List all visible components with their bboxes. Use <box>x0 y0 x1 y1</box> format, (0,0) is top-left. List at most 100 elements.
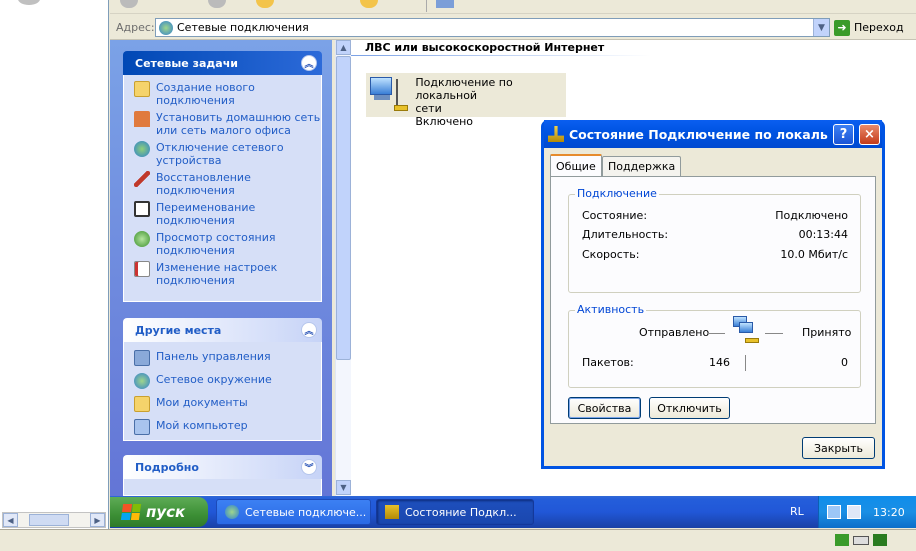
task-home-network[interactable]: Установить домашнюю сеть или сеть малого… <box>134 111 321 137</box>
tab-general[interactable]: Общие <box>550 154 602 176</box>
control-panel-icon <box>134 350 150 366</box>
help-button[interactable]: ? <box>833 123 854 145</box>
address-input[interactable]: Сетевые подключения ▼ <box>155 18 830 37</box>
language-indicator[interactable]: RL <box>790 505 804 518</box>
place-network[interactable]: Сетевое окружение <box>134 373 321 389</box>
address-value: Сетевые подключения <box>177 21 309 34</box>
network-tasks-header[interactable]: Сетевые задачи ︽ <box>123 51 322 75</box>
panel-title: Сетевые задачи <box>135 56 238 70</box>
close-button[interactable]: Закрыть <box>802 437 875 459</box>
taskbar: пуск Сетевые подключе... Состояние Подкл… <box>110 496 916 528</box>
network-tray-icon <box>835 534 849 546</box>
go-button[interactable]: ➜ Переход <box>834 18 914 37</box>
collapse-icon[interactable]: ︽ <box>301 55 317 71</box>
task-label: Установить домашнюю сеть или сеть малого… <box>156 111 321 137</box>
collapse-icon[interactable]: ︾ <box>301 459 317 475</box>
outer-horizontal-scrollbar[interactable]: ◀ ▶ <box>2 512 106 528</box>
windows-flag-icon <box>120 504 142 520</box>
dialog-titlebar[interactable]: Состояние Подключение по локальной... ? … <box>544 120 882 148</box>
task-label: Переименование подключения <box>156 201 256 227</box>
status-dialog: Состояние Подключение по локальной... ? … <box>541 120 885 469</box>
lan-connection-icon <box>366 73 412 117</box>
connection-name-line2: сети <box>415 102 442 115</box>
activity-group: Активность Отправлено Принято Пакетов: 1… <box>568 303 861 388</box>
address-label: Адрес: <box>116 21 155 34</box>
other-places-body: Панель управления Сетевое окружение Мои … <box>123 342 322 441</box>
network-tray-icon[interactable] <box>827 505 841 519</box>
row-key: Скорость: <box>582 248 640 261</box>
system-tray: 13:20 <box>818 496 916 528</box>
task-change-settings[interactable]: Изменение настроек подключения <box>134 261 321 287</box>
globe-icon <box>134 141 150 157</box>
details-body <box>123 479 322 496</box>
network-tasks-panel: Сетевые задачи ︽ Создание нового подключ… <box>123 51 322 302</box>
chevron-down-icon[interactable]: ▼ <box>813 19 829 36</box>
scroll-left-icon[interactable]: ◀ <box>3 513 18 527</box>
folder-up-icon[interactable] <box>256 0 274 8</box>
task-create-connection[interactable]: Создание нового подключения <box>134 81 321 107</box>
start-button[interactable]: пуск <box>110 497 208 527</box>
task-label: Создание нового подключения <box>156 81 255 107</box>
place-my-computer[interactable]: Мой компьютер <box>134 419 321 435</box>
task-pane: Сетевые задачи ︽ Создание нового подключ… <box>110 40 332 496</box>
clock[interactable]: 13:20 <box>873 506 905 519</box>
house-icon <box>134 111 150 127</box>
go-label: Переход <box>854 21 904 34</box>
scroll-thumb[interactable] <box>29 514 69 526</box>
go-arrow-icon: ➜ <box>834 19 850 36</box>
network-globe-icon <box>225 505 239 519</box>
toolbar <box>110 0 916 14</box>
tab-support[interactable]: Поддержка <box>602 156 682 176</box>
explorer-vertical-scrollbar[interactable]: ▲ ▼ <box>335 40 351 496</box>
taskbar-item-network-connections[interactable]: Сетевые подключе... <box>216 499 371 525</box>
row-value: 10.0 Мбит/с <box>780 248 848 261</box>
status-globe-icon <box>134 231 150 247</box>
forward-icon[interactable] <box>208 0 226 8</box>
back-icon[interactable] <box>120 0 138 8</box>
properties-button[interactable]: Свойства <box>568 397 641 419</box>
toolbar-separator <box>426 0 427 12</box>
task-label: Отключение сетевого устройства <box>156 141 284 167</box>
collapse-icon[interactable]: ︽ <box>301 322 317 338</box>
task-label: Восстановление подключения <box>156 171 251 197</box>
scroll-thumb[interactable] <box>336 56 351 360</box>
speed-row: Скорость: 10.0 Мбит/с <box>582 248 848 261</box>
task-disable-device[interactable]: Отключение сетевого устройства <box>134 141 321 167</box>
scroll-right-icon[interactable]: ▶ <box>90 513 105 527</box>
place-control-panel[interactable]: Панель управления <box>134 350 321 366</box>
task-repair[interactable]: Восстановление подключения <box>134 171 321 197</box>
other-places-panel: Другие места ︽ Панель управления Сетевое… <box>123 318 322 441</box>
sent-line <box>707 333 725 334</box>
rename-icon <box>134 201 150 217</box>
duration-row: Длительность: 00:13:44 <box>582 228 848 241</box>
place-label: Мой компьютер <box>156 419 248 432</box>
place-label: Панель управления <box>156 350 271 363</box>
wrench-icon <box>134 171 150 187</box>
lan-tray-icon[interactable] <box>847 505 861 519</box>
activity-divider <box>745 355 746 371</box>
packets-received: 0 <box>841 356 848 369</box>
taskbar-item-label: Состояние Подкл... <box>405 505 517 519</box>
back-arrow-icon[interactable] <box>18 0 40 5</box>
scroll-down-icon[interactable]: ▼ <box>336 480 351 495</box>
keyboard-icon <box>853 536 869 545</box>
views-icon[interactable] <box>436 0 454 8</box>
task-view-status[interactable]: Просмотр состояния подключения <box>134 231 321 257</box>
panel-title: Другие места <box>135 323 222 337</box>
taskbar-item-connection-status[interactable]: Состояние Подкл... <box>376 499 534 525</box>
folders-icon[interactable] <box>360 0 378 8</box>
other-places-header[interactable]: Другие места ︽ <box>123 318 322 342</box>
connection-name-line1: Подключение по локальной <box>415 76 513 102</box>
lan-connection-item[interactable]: Подключение по локальной сети Включено <box>366 73 566 128</box>
task-rename[interactable]: Переименование подключения <box>134 201 321 227</box>
details-header[interactable]: Подробно ︾ <box>123 455 322 479</box>
place-my-documents[interactable]: Мои документы <box>134 396 321 412</box>
disable-button[interactable]: Отключить <box>649 397 730 419</box>
connection-group: Подключение Состояние: Подключено Длитель… <box>568 187 861 293</box>
place-label: Сетевое окружение <box>156 373 272 386</box>
panel-title: Подробно <box>135 460 199 474</box>
section-divider <box>351 55 651 56</box>
details-panel: Подробно ︾ <box>123 455 322 496</box>
close-icon[interactable]: × <box>859 123 880 145</box>
scroll-up-icon[interactable]: ▲ <box>336 40 351 55</box>
